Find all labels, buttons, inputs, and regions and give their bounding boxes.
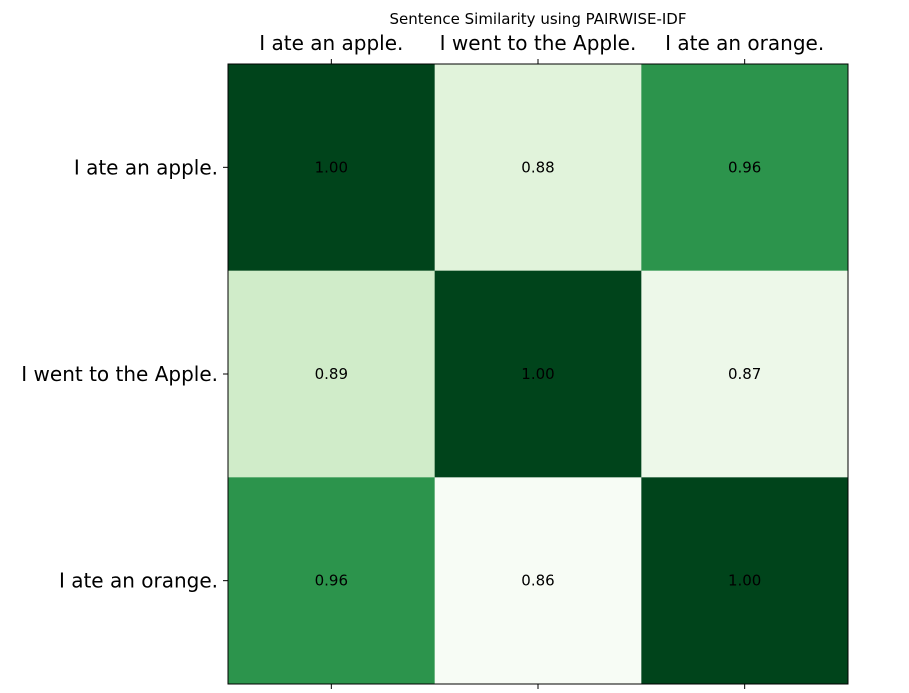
cell-value-label-0-1: 0.88 bbox=[521, 158, 554, 176]
cell-value-label-2-1: 0.86 bbox=[521, 572, 554, 590]
y-tick-label-2: I ate an orange. bbox=[59, 569, 218, 593]
cell-value-label-0-0: 1.00 bbox=[315, 158, 348, 176]
y-tick-label-1: I went to the Apple. bbox=[21, 362, 218, 386]
cell-value-label-1-1: 1.00 bbox=[521, 365, 554, 383]
cell-value-label-1-2: 0.87 bbox=[728, 365, 761, 383]
x-tick-label-1: I went to the Apple. bbox=[440, 31, 637, 55]
heatmap-chart: Sentence Similarity using PAIRWISE-IDF 1… bbox=[21, 10, 849, 689]
x-tick-label-0: I ate an apple. bbox=[259, 31, 403, 55]
cell-value-label-2-0: 0.96 bbox=[315, 572, 348, 590]
x-tick-label-2: I ate an orange. bbox=[665, 31, 824, 55]
chart-title: Sentence Similarity using PAIRWISE-IDF bbox=[390, 10, 687, 28]
y-tick-label-0: I ate an apple. bbox=[74, 155, 218, 179]
heatmap-cells: 1.00 0.88 0.96 0.89 1.00 0.87 0.96 0.86 1.00 bbox=[228, 64, 849, 685]
cell-value-label-1-0: 0.89 bbox=[315, 365, 348, 383]
cell-value-label-0-2: 0.96 bbox=[728, 158, 761, 176]
cell-value-label-2-2: 1.00 bbox=[728, 572, 761, 590]
